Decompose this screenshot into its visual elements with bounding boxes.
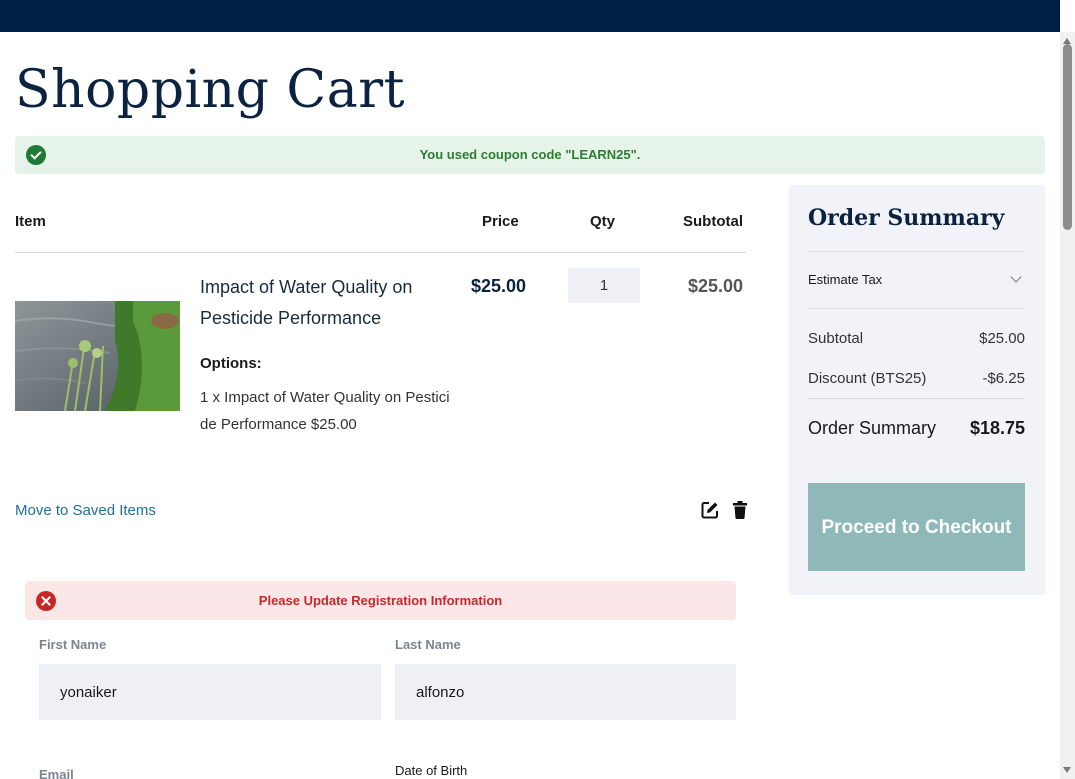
last-name-input[interactable] (395, 664, 736, 720)
chevron-down-icon (1010, 271, 1022, 283)
estimate-tax-toggle[interactable]: Estimate Tax (808, 271, 1025, 291)
email-label: Email (39, 767, 74, 779)
order-summary-panel: Order Summary Estimate Tax Subtotal $25.… (789, 185, 1045, 595)
last-name-label: Last Name (395, 637, 461, 652)
subtotal-label: Subtotal (808, 330, 864, 347)
first-name-input[interactable] (39, 664, 381, 720)
item-price: $25.00 (471, 276, 527, 296)
table-divider (15, 252, 746, 253)
summary-title: Order Summary (808, 205, 1005, 231)
coupon-success-banner: You used coupon code "LEARN25". (15, 136, 1045, 174)
proceed-to-checkout-button[interactable]: Proceed to Checkout (808, 483, 1025, 571)
discount-value: -$6.25 (982, 370, 1025, 387)
subtotal-value: $25.00 (979, 330, 1025, 347)
options-value: 1 x Impact of Water Quality on Pesticide… (200, 389, 450, 433)
first-name-label: First Name (39, 637, 107, 652)
order-total-value: $18.75 (969, 418, 1025, 438)
product-image[interactable] (15, 301, 180, 411)
summary-divider (808, 251, 1025, 252)
page-title: Shopping Cart (15, 60, 405, 120)
page-scrollbar[interactable] (1060, 32, 1075, 779)
column-header-subtotal: Subtotal (683, 213, 743, 230)
order-total-label: Order Summary (808, 418, 937, 438)
product-name[interactable]: Impact of Water Quality on Pesticide Per… (200, 272, 440, 334)
registration-alert: Please Update Registration Information (25, 581, 736, 620)
column-header-price: Price (482, 213, 519, 230)
top-header-bar (0, 0, 1060, 32)
summary-divider (808, 308, 1025, 309)
column-header-item: Item (15, 213, 46, 230)
options-label: Options: (200, 355, 262, 372)
edit-icon[interactable] (701, 501, 719, 519)
coupon-message: You used coupon code "LEARN25". (419, 147, 641, 162)
estimate-tax-label: Estimate Tax (808, 272, 883, 287)
scroll-thumb[interactable] (1063, 44, 1072, 230)
item-subtotal: $25.00 (688, 276, 744, 296)
summary-divider (808, 398, 1025, 399)
move-to-saved-items-link[interactable]: Move to Saved Items (15, 502, 156, 519)
registration-alert-message: Please Update Registration Information (258, 593, 503, 608)
trash-icon[interactable] (732, 501, 748, 519)
quantity-input[interactable] (568, 268, 640, 303)
discount-label: Discount (BTS25) (808, 370, 927, 387)
scroll-down-arrow-icon[interactable] (1063, 767, 1071, 773)
column-header-qty: Qty (590, 213, 616, 230)
date-of-birth-label: Date of Birth (395, 763, 468, 778)
